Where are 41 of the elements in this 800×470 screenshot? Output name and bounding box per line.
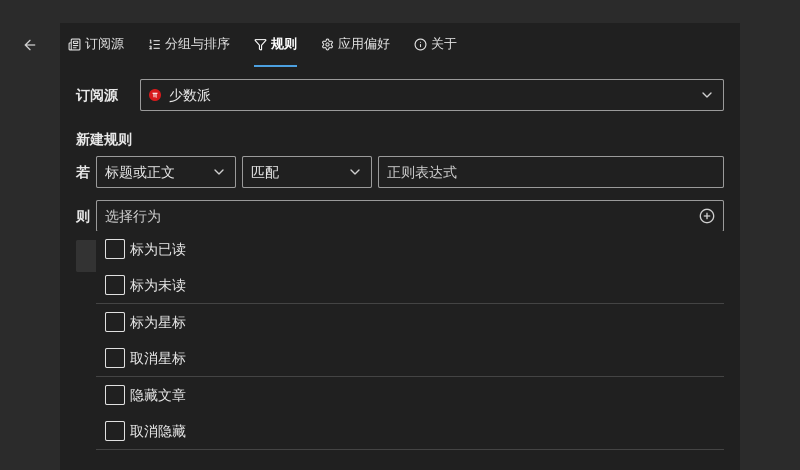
checkbox[interactable]	[105, 348, 125, 368]
action-option[interactable]: 取消星标	[96, 340, 724, 376]
list-icon	[148, 38, 161, 50]
option-label: 标为星标	[130, 312, 186, 332]
field-dropdown[interactable]: 标题或正文	[96, 156, 236, 188]
source-name: 少数派	[169, 86, 212, 104]
checkbox[interactable]	[105, 385, 125, 405]
checkbox[interactable]	[105, 312, 125, 332]
back-icon[interactable]	[22, 37, 38, 53]
action-option[interactable]: 标为星标	[96, 304, 724, 340]
tab[interactable]: 分组与排序	[148, 23, 230, 67]
regex-field[interactable]: 正则表达式	[378, 156, 724, 188]
if-label: 若	[76, 162, 90, 182]
source-logo-icon	[149, 89, 161, 101]
tab[interactable]: 规则	[254, 23, 297, 67]
option-label: 取消星标	[130, 348, 186, 368]
option-label: 标为未读	[130, 276, 186, 294]
info-icon	[414, 38, 427, 50]
action-option[interactable]: 标为已读	[96, 231, 724, 267]
section-title: 新建规则	[76, 130, 133, 149]
operator-dropdown[interactable]: 匹配	[242, 156, 372, 188]
tab[interactable]: 订阅源	[68, 23, 124, 67]
option-label: 隐藏文章	[130, 386, 186, 404]
add-icon	[699, 208, 715, 224]
checkbox[interactable]	[105, 421, 125, 441]
option-label: 标为已读	[130, 240, 186, 258]
newspaper-icon	[68, 38, 81, 50]
action-option[interactable]: 取消隐藏	[96, 413, 724, 449]
tab[interactable]: 关于	[414, 23, 457, 67]
source-dropdown[interactable]: 少数派	[140, 79, 724, 111]
action-option[interactable]: 标为未读	[96, 267, 724, 303]
checkbox[interactable]	[105, 275, 125, 295]
field-label: 订阅源	[76, 86, 120, 104]
settings-icon	[321, 38, 334, 50]
filter-icon	[254, 38, 267, 50]
action-option[interactable]: 隐藏文章	[96, 377, 724, 413]
checkbox[interactable]	[105, 239, 125, 259]
action-placeholder: 选择行为	[105, 206, 161, 226]
then-label: 则	[76, 206, 90, 226]
tab[interactable]: 应用偏好	[321, 23, 390, 67]
option-label: 取消隐藏	[130, 422, 186, 440]
